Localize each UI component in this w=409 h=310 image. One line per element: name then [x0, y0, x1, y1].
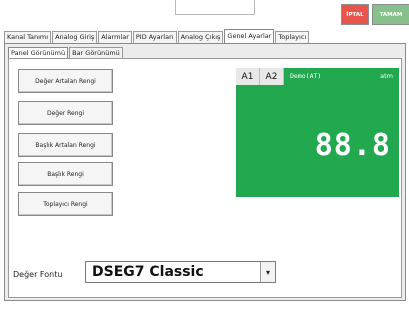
value-font-label: Değer Fontu — [13, 270, 63, 279]
channel-preview: A1 A2 Demo(AT) atm 88.8 — [236, 68, 399, 197]
cancel-button[interactable]: İPTAL — [341, 4, 369, 25]
alarm-a2-indicator: A2 — [260, 68, 284, 85]
top-input-field[interactable] — [175, 0, 255, 15]
tab-bar-gorunumu[interactable]: Bar Görünümü — [69, 47, 123, 58]
totalizer-color-button[interactable]: Toplayıcı Rengi — [18, 192, 113, 216]
settings-panel: Panel Görünümü Bar Görünümü Değer Artala… — [4, 43, 406, 301]
tab-analog-cikis[interactable]: Analog Çıkış — [177, 31, 224, 43]
value-font-select[interactable]: DSEG7 Classic ▾ — [85, 261, 276, 283]
sub-tab-bar: Panel Görünümü Bar Görünümü — [8, 47, 124, 58]
tab-toplayici[interactable]: Toplayıcı — [275, 31, 310, 43]
main-tab-bar: Kanal Tanımı Analog Giriş Alarmlar PID A… — [4, 29, 310, 43]
panel-view-content: Değer Artalan Rengi Değer Rengi Başlık A… — [8, 58, 402, 298]
title-background-color-button[interactable]: Başlık Artalan Rengi — [18, 133, 113, 157]
channel-unit: atm — [380, 72, 393, 80]
preview-header: A1 A2 Demo(AT) atm — [236, 68, 399, 85]
tab-alarmlar[interactable]: Alarmlar — [98, 31, 132, 43]
tab-genel-ayarlar[interactable]: Genel Ayarlar — [224, 29, 275, 43]
tab-panel-gorunumu[interactable]: Panel Görünümü — [8, 47, 69, 58]
tab-pid-ayarlari[interactable]: PID Ayarları — [132, 31, 177, 43]
alarm-a1-indicator: A1 — [236, 68, 260, 85]
chevron-down-icon[interactable]: ▾ — [260, 262, 275, 282]
title-color-button[interactable]: Başlık Rengi — [18, 162, 113, 186]
ok-button[interactable]: TAMAM — [372, 4, 409, 25]
channel-value-display: 88.8 — [314, 128, 391, 163]
value-font-selected: DSEG7 Classic — [92, 264, 204, 280]
value-background-color-button[interactable]: Değer Artalan Rengi — [18, 69, 113, 93]
tab-kanal-tanimi[interactable]: Kanal Tanımı — [4, 31, 52, 43]
tab-analog-giris[interactable]: Analog Giriş — [52, 31, 98, 43]
channel-name: Demo(AT) — [290, 72, 322, 80]
top-toolbar: İPTAL TAMAM — [0, 0, 409, 27]
value-color-button[interactable]: Değer Rengi — [18, 101, 113, 125]
